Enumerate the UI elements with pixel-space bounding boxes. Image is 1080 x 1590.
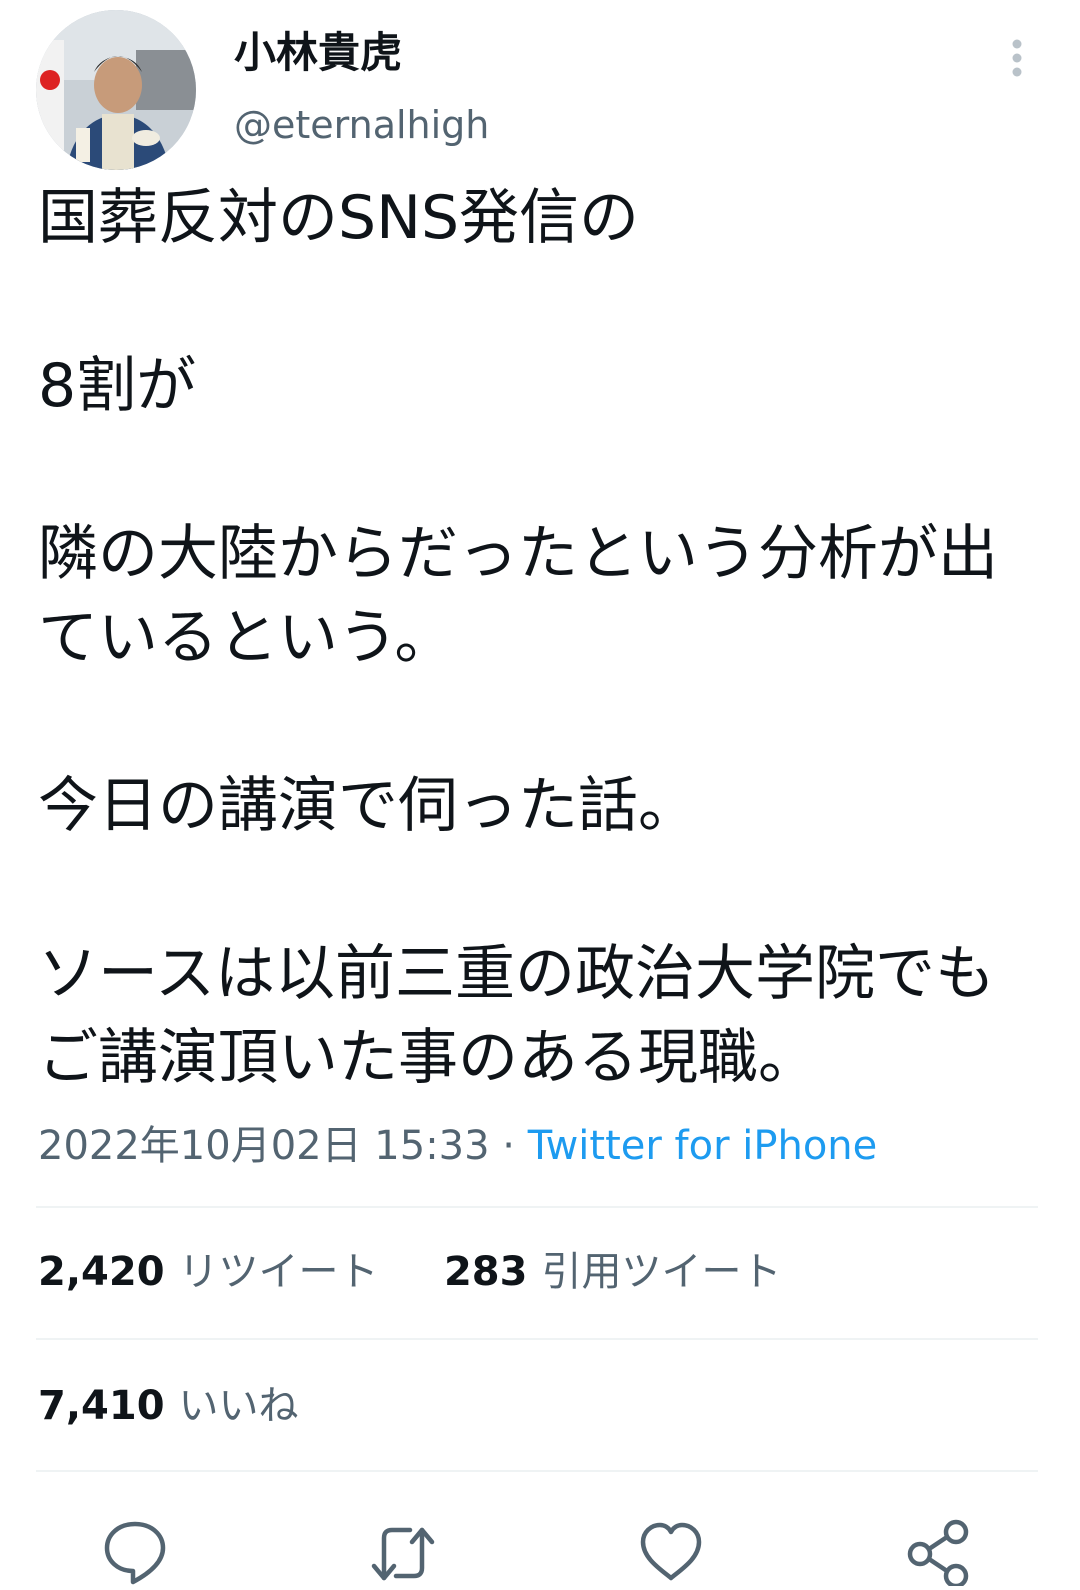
reply-icon[interactable] <box>100 1516 170 1586</box>
tweet-source-link[interactable]: Twitter for iPhone <box>528 1123 878 1169</box>
avatar[interactable] <box>36 10 196 170</box>
heart-icon[interactable] <box>636 1516 706 1586</box>
quotes-count: 283 <box>443 1249 528 1295</box>
more-vertical-icon[interactable] <box>1010 38 1024 78</box>
meta-separator: · <box>489 1123 528 1169</box>
tweet-text: 国葬反対のSNS発信の 8割が 隣の大陸からだったという分析が出ているという。 … <box>38 183 998 1093</box>
divider <box>36 1338 1038 1340</box>
tweet-meta: 2022年10月02日 15:33 · Twitter for iPhone <box>38 1120 877 1172</box>
divider <box>36 1206 1038 1208</box>
retweets-label: リツイート <box>178 1249 379 1295</box>
likes-count: 7,410 <box>38 1383 165 1429</box>
tweet-header: 小林貴虎 @eternalhigh <box>36 10 1046 170</box>
retweet-icon[interactable] <box>368 1516 438 1586</box>
author-handle[interactable]: @eternalhigh <box>234 106 489 144</box>
retweets-link[interactable]: 2,420 リツイート <box>38 1249 391 1295</box>
tweet-action-bar <box>0 1508 1080 1589</box>
retweets-count: 2,420 <box>38 1249 165 1295</box>
divider <box>36 1470 1038 1472</box>
likes-link[interactable]: 7,410 いいね <box>38 1383 299 1429</box>
quotes-label: 引用ツイート <box>541 1249 782 1295</box>
likes-stats-row: 7,410 いいね <box>38 1380 299 1432</box>
author-display-name[interactable]: 小林貴虎 <box>234 32 402 74</box>
tweet-timestamp[interactable]: 2022年10月02日 15:33 <box>38 1123 490 1169</box>
quotes-link[interactable]: 283 引用ツイート <box>431 1249 782 1295</box>
share-icon[interactable] <box>904 1516 974 1589</box>
likes-label: いいね <box>178 1383 299 1429</box>
avatar-image <box>36 10 196 170</box>
retweet-stats-row: 2,420 リツイート 283 引用ツイート <box>38 1246 781 1298</box>
